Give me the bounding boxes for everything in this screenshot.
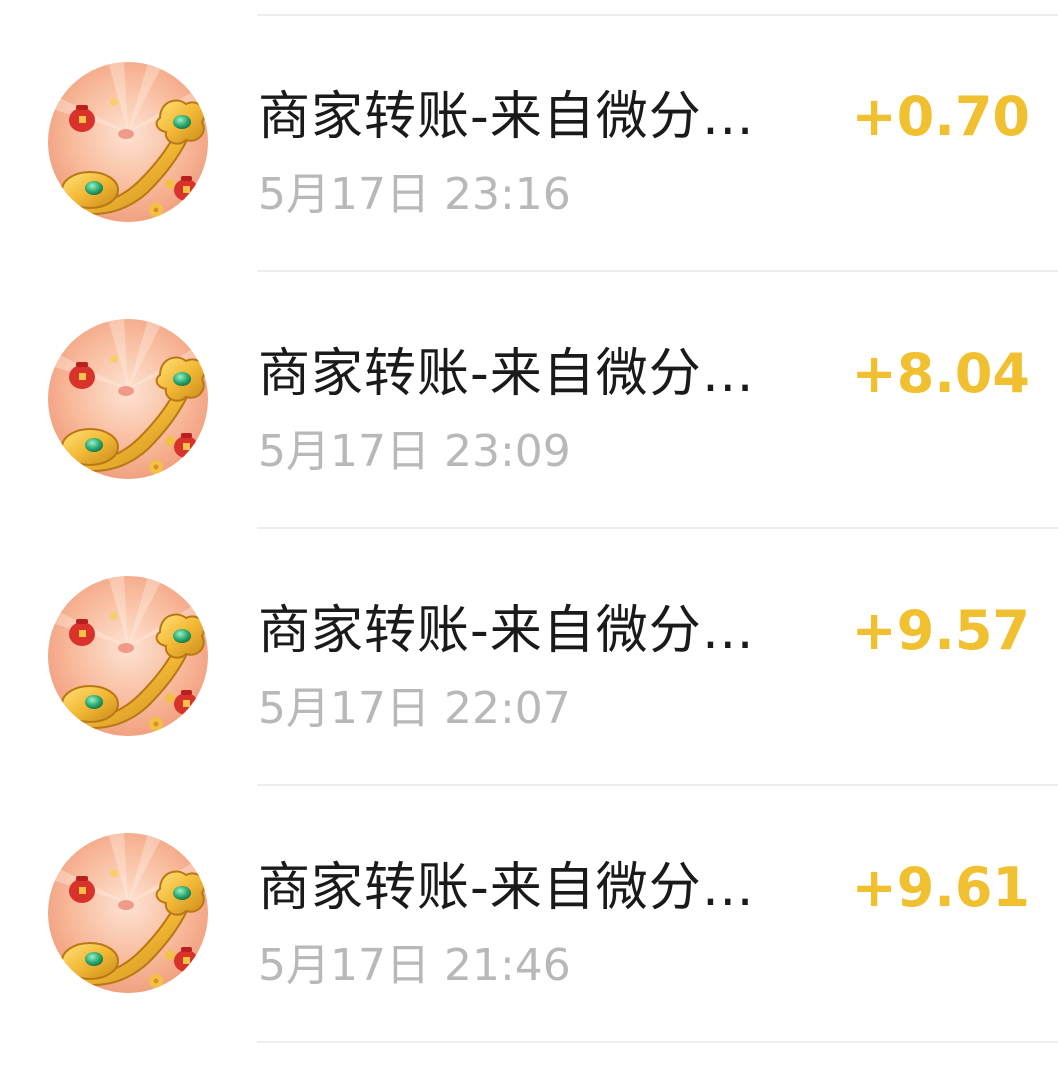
transaction-row[interactable]: 商家转账-来自微分… 5月17日 23:16 +0.70 — [0, 15, 1058, 271]
transaction-title: 商家转账-来自微分… — [258, 87, 755, 147]
transaction-title: 商家转账-来自微分… — [258, 858, 755, 918]
transaction-row[interactable]: 商家转账-来自微分… 5月17日 21:46 +9.61 — [0, 786, 1058, 1042]
transaction-title: 商家转账-来自微分… — [258, 601, 755, 661]
transaction-title: 商家转账-来自微分… — [258, 344, 755, 404]
transaction-amount: +0.70 — [851, 85, 1030, 148]
divider — [257, 1041, 1058, 1043]
ruyi-scepter-icon — [48, 833, 208, 993]
ruyi-scepter-icon — [48, 319, 208, 479]
transaction-amount: +9.57 — [851, 599, 1030, 662]
transaction-list: 商家转账-来自微分… 5月17日 23:16 +0.70 商家转账-来自微分… … — [0, 0, 1058, 1073]
transaction-amount: +8.04 — [851, 342, 1030, 405]
transaction-time: 5月17日 23:09 — [258, 426, 571, 477]
ruyi-scepter-icon — [48, 62, 208, 222]
transaction-amount: +9.61 — [851, 856, 1030, 919]
transaction-row[interactable]: 商家转账-来自微分… 5月17日 23:09 +8.04 — [0, 272, 1058, 528]
transaction-time: 5月17日 22:07 — [258, 683, 571, 734]
transaction-time: 5月17日 23:16 — [258, 169, 571, 220]
ruyi-scepter-icon — [48, 576, 208, 736]
transaction-row[interactable]: 商家转账-来自微分… 5月17日 22:07 +9.57 — [0, 529, 1058, 785]
transaction-time: 5月17日 21:46 — [258, 940, 571, 991]
